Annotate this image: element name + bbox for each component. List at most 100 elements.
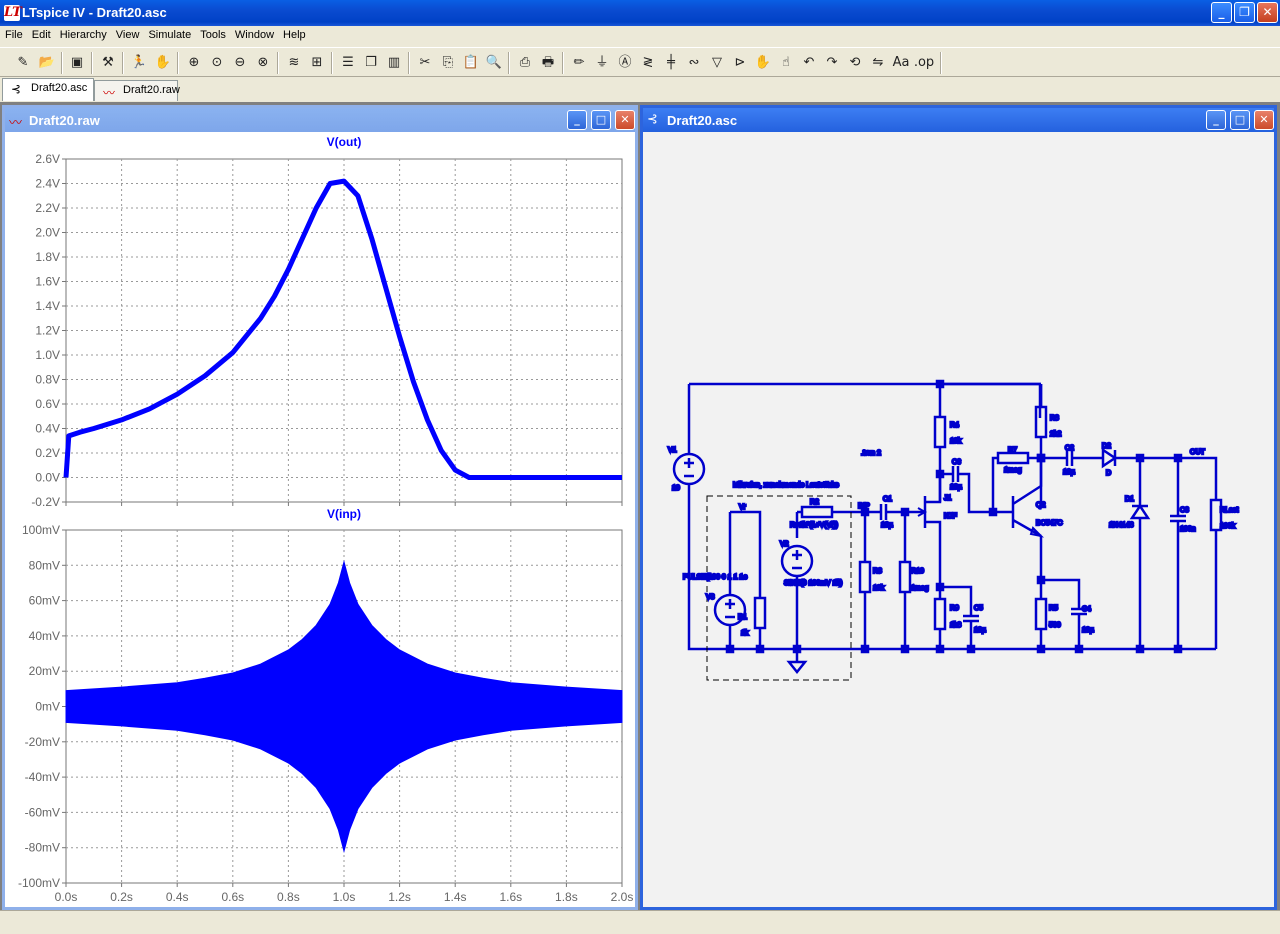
waveform-icon: 〰 [103, 86, 116, 100]
label-r5: R5 [1049, 605, 1058, 612]
y-tick-label: 40mV [29, 629, 60, 643]
copy-icon[interactable]: ⎘ [437, 52, 459, 74]
cascade-icon[interactable]: ❐ [360, 52, 382, 74]
rotate-icon[interactable]: ⟲ [844, 52, 866, 74]
menu-simulate[interactable]: Simulate [143, 26, 195, 41]
junction [1036, 644, 1046, 654]
schematic-minimize-button[interactable]: _ [1206, 110, 1226, 130]
tile-horizontal-icon[interactable]: ☰ [337, 52, 359, 74]
label-q2-value: BC547C [1036, 520, 1062, 527]
menu-hierarchy[interactable]: Hierarchy [55, 26, 111, 41]
toolbar: ✎ 📂 ▣ ⚒ 🏃 ✋ ⊕ ⊙ ⊖ ⊗ ≋ ⊞ ☰ ❐ ▥ ✂ ⎘ 📋 🔍 ⎙ … [0, 47, 1280, 77]
waveform-minimize-button[interactable]: _ [567, 110, 587, 130]
diode-icon[interactable]: ▽ [706, 52, 728, 74]
menu-view[interactable]: View [111, 26, 144, 41]
halt-icon[interactable]: ✋ [152, 52, 174, 74]
plot-title: V(inp) [327, 507, 361, 521]
paste-icon[interactable]: 📋 [460, 52, 482, 74]
label-c3: C3 [1180, 507, 1189, 514]
voltage-source-v1-polarity [684, 458, 694, 478]
y-tick-label: 0.0V [35, 471, 60, 485]
open-icon[interactable]: 📂 [36, 52, 58, 74]
label-v3-value: PULSE(100 0 1 1 1e [683, 574, 747, 581]
capacitor-icon[interactable]: ╪ [660, 52, 682, 74]
junction [935, 379, 945, 389]
schematic-canvas[interactable]: V1 10 .tran 2 Mikrofon, zunehmende Lautstär… [643, 132, 1274, 907]
mdi-workspace: 〰 Draft20.raw _ □ ✕ V(out) -0.2V 0.0V 0.2V 0… [0, 102, 1280, 910]
redo-icon[interactable]: ↷ [821, 52, 843, 74]
label-c2-value: 10µ [1063, 469, 1075, 476]
menu-edit[interactable]: Edit [27, 26, 55, 41]
label-r7-value: 1meg [1004, 467, 1022, 474]
print-setup-icon[interactable]: ⎙ [514, 52, 536, 74]
waveform-maximize-button[interactable]: □ [591, 110, 611, 130]
waveform-plot-area[interactable]: V(out) -0.2V 0.0V 0.2V 0.4V 0.6V 0.8V 1.0V 1.2V 1… [5, 132, 635, 907]
voltage-source-v3-polarity [725, 599, 735, 619]
label-r4-value: 10k [950, 438, 962, 445]
x-tick-label: 0.0s [55, 890, 78, 904]
junction [935, 644, 945, 654]
wire [689, 382, 1042, 418]
label-c6: C6 [952, 459, 961, 466]
find-icon[interactable]: 🔍 [483, 52, 505, 74]
fft-icon[interactable]: ⊞ [306, 52, 328, 74]
control-panel-icon[interactable]: ⚒ [97, 52, 119, 74]
y-tick-label: 60mV [29, 594, 60, 608]
drag-icon[interactable]: ☝ [775, 52, 797, 74]
mirror-icon[interactable]: ⇋ [867, 52, 889, 74]
autorange-icon[interactable]: ≋ [283, 52, 305, 74]
x-tick-label: 1.6s [499, 890, 522, 904]
new-schematic-icon[interactable]: ✎ [12, 52, 34, 74]
spice-directive-icon[interactable]: .op [913, 52, 935, 74]
transistor-q2-arrow [1029, 526, 1045, 538]
close-button[interactable]: ✕ [1257, 2, 1278, 23]
zoom-out-icon[interactable]: ⊖ [229, 52, 251, 74]
ground-icon[interactable]: ⏚ [591, 52, 613, 74]
menu-file[interactable]: File [0, 26, 27, 41]
schematic-window: ⊰ Draft20.asc _ □ ✕ V1 10 .tran 2 Mikrofon,… [640, 105, 1277, 910]
undo-icon[interactable]: ↶ [798, 52, 820, 74]
waveform-close-button[interactable]: ✕ [615, 110, 635, 130]
label-v1: V1 [668, 447, 677, 454]
menu-help[interactable]: Help [278, 26, 310, 41]
y-tick-label: 1.0V [35, 348, 60, 362]
label-net-icon[interactable]: Ⓐ [614, 52, 636, 74]
junction [755, 644, 765, 654]
x-tick-label: 1.0s [333, 890, 356, 904]
x-tick-label: 0.2s [110, 890, 133, 904]
resistor-icon[interactable]: ≷ [637, 52, 659, 74]
minimize-button[interactable]: _ [1211, 2, 1232, 23]
capacitor-c2 [1065, 450, 1074, 466]
tab-draft20-asc[interactable]: ⊰ Draft20.asc [2, 78, 94, 101]
run-icon[interactable]: 🏃 [128, 52, 150, 74]
y-tick-label: 2.6V [35, 152, 60, 166]
menu-tools[interactable]: Tools [195, 26, 230, 41]
inductor-icon[interactable]: ∾ [683, 52, 705, 74]
schematic-maximize-button[interactable]: □ [1230, 110, 1250, 130]
save-icon[interactable]: ▣ [66, 52, 88, 74]
tile-vertical-icon[interactable]: ▥ [383, 52, 405, 74]
move-icon[interactable]: ✋ [752, 52, 774, 74]
x-tick-label: 1.4s [444, 890, 467, 904]
junction [792, 644, 802, 654]
cut-icon[interactable]: ✂ [414, 52, 436, 74]
zoom-in-icon[interactable]: ⊕ [183, 52, 205, 74]
label-r10-value: 1meg [911, 585, 929, 592]
component-icon[interactable]: ⊳ [729, 52, 751, 74]
voltage-source-v2-polarity [792, 550, 802, 570]
label-r5-value: 560 [1049, 622, 1061, 629]
label-c1-value: 10µ [881, 522, 893, 529]
zoom-fit-icon[interactable]: ⊗ [252, 52, 274, 74]
junction [1036, 453, 1046, 463]
zoom-pan-icon[interactable]: ⊙ [206, 52, 228, 74]
x-tick-label: 0.8s [277, 890, 300, 904]
menu-window[interactable]: Window [230, 26, 278, 41]
label-rlast-value: 100k [1220, 523, 1236, 530]
schematic-close-button[interactable]: ✕ [1254, 110, 1274, 130]
junction [1173, 644, 1183, 654]
text-icon[interactable]: Aa [890, 52, 912, 74]
print-icon[interactable]: 🖶 [537, 52, 559, 74]
draw-wire-icon[interactable]: ✏ [568, 52, 590, 74]
restore-button[interactable]: ❐ [1234, 2, 1255, 23]
tab-draft20-raw[interactable]: 〰 Draft20.raw [94, 80, 180, 101]
